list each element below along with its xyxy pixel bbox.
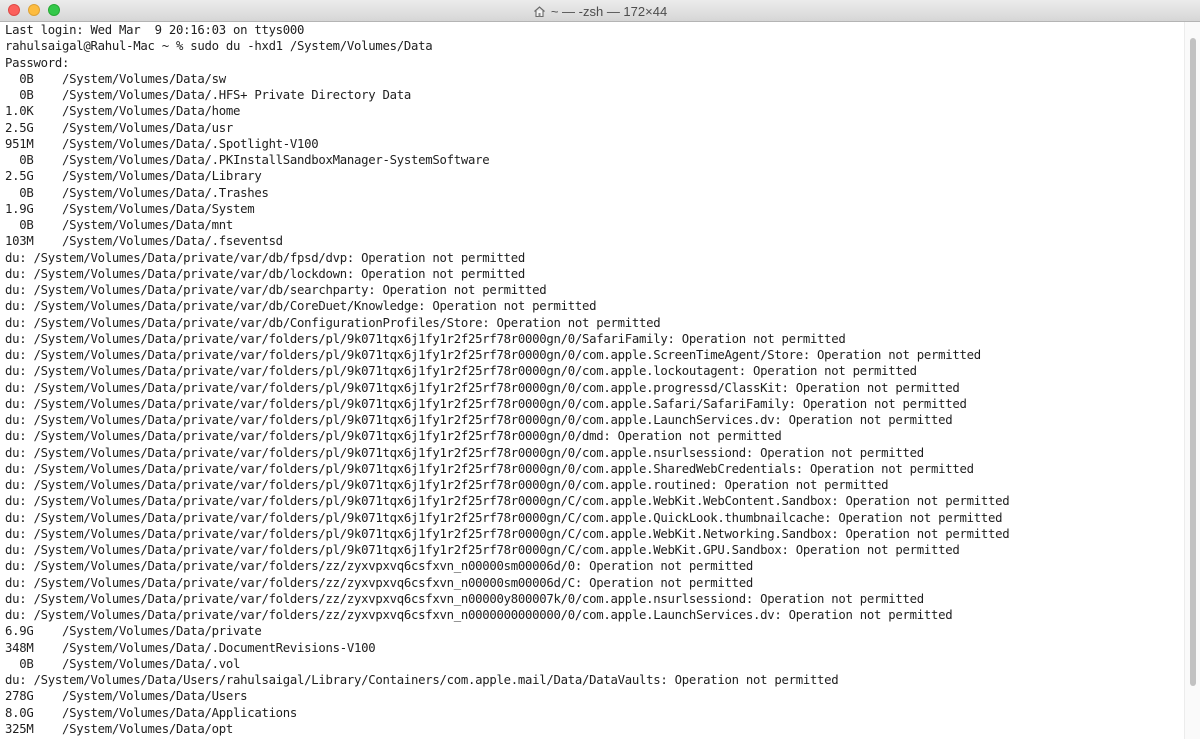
terminal-line: du: /System/Volumes/Data/private/var/fol… [5, 559, 753, 574]
terminal-line: du: /System/Volumes/Data/private/var/db/… [5, 299, 597, 314]
terminal-line: du: /System/Volumes/Data/private/var/db/… [5, 266, 526, 281]
terminal-line: Last login: Wed Mar 9 20:16:03 on ttys00… [5, 23, 305, 37]
terminal-line: 6.9G /System/Volumes/Data/private [5, 624, 262, 639]
terminal-line: 0B /System/Volumes/Data/sw [5, 71, 226, 86]
terminal-line: du: /System/Volumes/Data/private/var/fol… [5, 510, 1003, 525]
terminal-line: 278G /System/Volumes/Data/Users [5, 689, 248, 704]
terminal-line: 0B /System/Volumes/Data/.vol [5, 656, 241, 671]
terminal-line: du: /System/Volumes/Data/private/var/fol… [5, 396, 967, 411]
scroll-thumb[interactable] [1190, 38, 1196, 686]
terminal-line: 0B /System/Volumes/Data/mnt [5, 218, 233, 232]
terminal-line: 1.0K /System/Volumes/Data/home [5, 104, 241, 119]
title-bar[interactable]: ~ — -zsh — 172×44 [0, 0, 1200, 22]
terminal-line: du: /System/Volumes/Data/private/var/fol… [5, 543, 960, 557]
terminal-window: ~ — -zsh — 172×44 Last login: Wed Mar 9 … [0, 0, 1200, 739]
window-title-area: ~ — -zsh — 172×44 [0, 0, 1200, 22]
terminal-line: 103M /System/Volumes/Data/.fseventsd [5, 234, 283, 249]
terminal-line: du: /System/Volumes/Data/private/var/fol… [5, 461, 974, 476]
terminal-line: du: /System/Volumes/Data/Users/rahulsaig… [5, 673, 839, 687]
terminal-line: du: /System/Volumes/Data/private/var/fol… [5, 364, 917, 379]
terminal-line: du: /System/Volumes/Data/private/var/fol… [5, 331, 846, 346]
terminal-line: du: /System/Volumes/Data/private/var/fol… [5, 608, 953, 622]
terminal-line: du: /System/Volumes/Data/private/var/fol… [5, 380, 960, 395]
terminal-line: 325M /System/Volumes/Data/opt [5, 721, 233, 736]
terminal-line: du: /System/Volumes/Data/private/var/fol… [5, 429, 782, 444]
terminal-line: du: /System/Volumes/Data/private/var/fol… [5, 445, 924, 460]
terminal-line: du: /System/Volumes/Data/private/var/db/… [5, 250, 526, 265]
terminal-line: rahulsaigal@Rahul-Mac ~ % sudo du -hxd1 … [5, 39, 433, 54]
terminal-line: du: /System/Volumes/Data/private/var/fol… [5, 348, 981, 362]
terminal-line: du: /System/Volumes/Data/private/var/fol… [5, 478, 889, 492]
terminal-output[interactable]: Last login: Wed Mar 9 20:16:03 on ttys00… [0, 22, 1184, 739]
terminal-line: du: /System/Volumes/Data/private/var/fol… [5, 413, 953, 427]
terminal-line: 348M /System/Volumes/Data/.DocumentRevis… [5, 640, 376, 655]
terminal-line: du: /System/Volumes/Data/private/var/fol… [5, 526, 1010, 541]
terminal-line: 8.0G /System/Volumes/Data/Applications [5, 705, 298, 720]
terminal-line: du: /System/Volumes/Data/private/var/db/… [5, 283, 547, 297]
terminal-line: du: /System/Volumes/Data/private/var/fol… [5, 575, 753, 590]
terminal-line: 0B /System/Volumes/Data/.PKInstallSandbo… [5, 153, 490, 167]
terminal-line: 0B /System/Volumes/Data/.Trashes [5, 185, 269, 200]
window-title: ~ — -zsh — 172×44 [550, 3, 668, 19]
terminal-line: 2.5G /System/Volumes/Data/Library [5, 169, 262, 184]
terminal-line: du: /System/Volumes/Data/private/var/fol… [5, 591, 924, 606]
vertical-scrollbar[interactable] [1184, 22, 1200, 739]
terminal-line: 0B /System/Volumes/Data/.HFS+ Private Di… [5, 88, 412, 102]
terminal-line: du: /System/Volumes/Data/private/var/fol… [5, 494, 1010, 509]
terminal-line: du: /System/Volumes/Data/private/var/db/… [5, 315, 661, 330]
home-icon [533, 5, 546, 18]
output-lines: Last login: Wed Mar 9 20:16:03 on ttys00… [0, 22, 1184, 737]
terminal-line: Password: [5, 55, 70, 70]
terminal-line: 951M /System/Volumes/Data/.Spotlight-V10… [5, 136, 319, 151]
terminal-line: 2.5G /System/Volumes/Data/usr [5, 120, 233, 135]
terminal-line: 1.9G /System/Volumes/Data/System [5, 201, 255, 216]
